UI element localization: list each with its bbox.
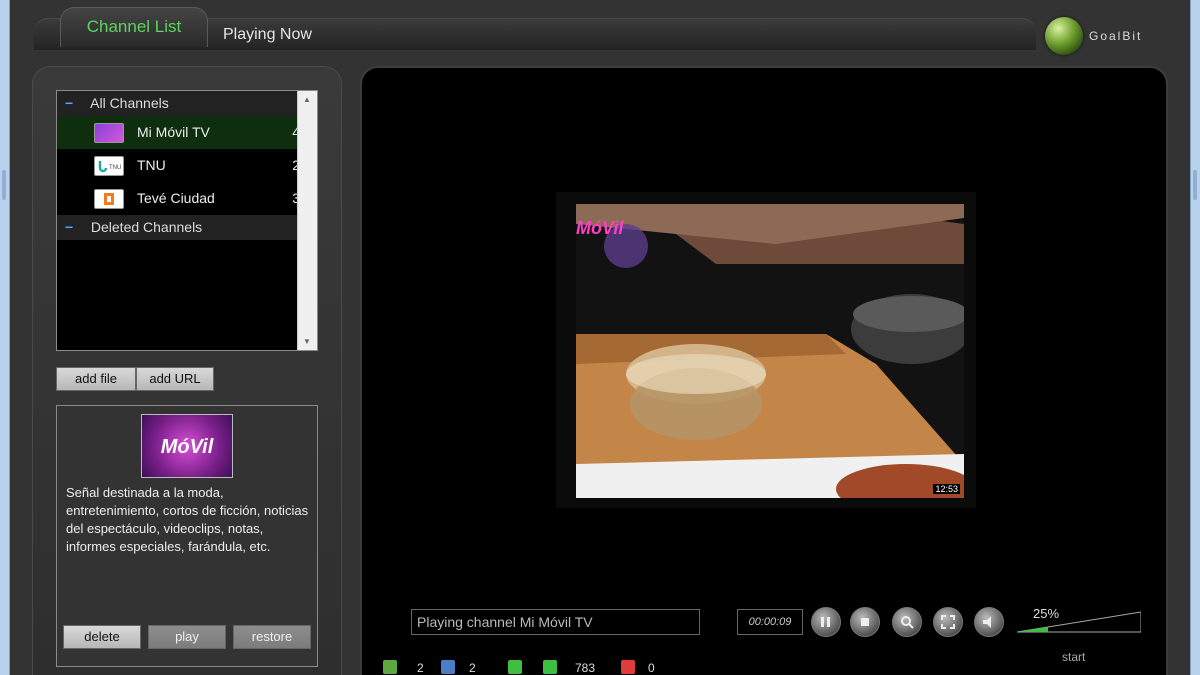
alerts-count: 0 <box>648 661 655 675</box>
channel-logo-icon: TNU <box>94 156 124 176</box>
tab-channel-list[interactable]: Channel List <box>60 7 208 47</box>
group-deleted-channels[interactable]: − Deleted Channels <box>57 215 317 240</box>
pause-button[interactable] <box>811 607 841 637</box>
scroll-up-icon[interactable]: ▲ <box>303 95 311 104</box>
add-file-button[interactable]: add file <box>56 367 136 391</box>
channel-info-box: MóVil Señal destinada a la moda, entrete… <box>56 405 318 667</box>
video-frame[interactable]: MóVil 12:53 <box>556 192 976 508</box>
alert-icon <box>621 660 635 674</box>
window-frame-left <box>0 0 10 675</box>
collapse-icon[interactable]: − <box>65 91 77 116</box>
tab-playing-now[interactable]: Playing Now <box>223 24 312 46</box>
app-window: Channel List Playing Now GoalBit − All C… <box>10 0 1190 675</box>
channel-logo-icon <box>94 189 124 209</box>
svg-text:TNU: TNU <box>109 165 121 171</box>
collapse-icon[interactable]: − <box>65 215 77 240</box>
stats-bar: 2 2 783 0 <box>383 660 683 675</box>
channel-name: TNU <box>137 157 166 173</box>
play-button[interactable]: play <box>148 625 226 649</box>
fullscreen-button[interactable] <box>933 607 963 637</box>
video-image: MóVil 12:53 <box>576 204 964 498</box>
volume-button[interactable] <box>974 607 1004 637</box>
stop-icon <box>861 618 869 626</box>
elapsed-time: 00:00:09 <box>737 609 803 635</box>
channel-panel: − All Channels Mi Móvil TV 4 TNU TNU 2 T… <box>32 66 342 675</box>
status-display: Playing channel Mi Móvil TV <box>411 609 700 635</box>
channel-row[interactable]: Mi Móvil TV 4 <box>57 116 317 149</box>
video-timestamp: 12:53 <box>933 484 960 494</box>
shares-count: 2 <box>469 661 476 675</box>
brand-logo: GoalBit <box>1045 17 1165 57</box>
peers-count: 783 <box>575 661 596 675</box>
start-label: start <box>1062 650 1086 664</box>
window-frame-right <box>1190 0 1200 675</box>
signal-bars-icon <box>508 660 522 674</box>
stop-button[interactable] <box>850 607 880 637</box>
video-logo: MóVil <box>576 218 624 238</box>
zoom-button[interactable] <box>892 607 922 637</box>
globe-icon <box>1045 17 1083 55</box>
volume-ramp <box>1017 611 1141 633</box>
channel-name: Mi Móvil TV <box>137 124 210 140</box>
channel-list: − All Channels Mi Móvil TV 4 TNU TNU 2 T… <box>56 90 318 351</box>
group-label: Deleted Channels <box>90 219 203 235</box>
zoom-icon <box>901 616 914 629</box>
channel-row[interactable]: Tevé Ciudad 3 <box>57 182 317 215</box>
likes-count: 2 <box>417 661 424 675</box>
thumbs-up-icon <box>383 660 397 674</box>
scroll-down-icon[interactable]: ▼ <box>303 337 311 346</box>
delete-button[interactable]: delete <box>63 625 141 649</box>
group-all-channels[interactable]: − All Channels <box>57 91 317 116</box>
add-url-button[interactable]: add URL <box>136 367 214 391</box>
pause-icon <box>821 617 830 627</box>
channel-logo-icon <box>94 123 124 143</box>
peers-icon <box>543 660 557 674</box>
group-label: All Channels <box>90 95 169 111</box>
channel-name: Tevé Ciudad <box>137 190 215 206</box>
restore-button[interactable]: restore <box>233 625 311 649</box>
vertical-scrollbar[interactable]: ▲ ▼ <box>297 91 317 350</box>
channel-row[interactable]: TNU TNU 2 <box>57 149 317 182</box>
brand-name: GoalBit <box>1089 29 1143 43</box>
share-icon <box>441 660 455 674</box>
speaker-icon <box>983 616 991 628</box>
video-panel: MóVil 12:53 Playing channel Mi Móvil TV … <box>360 66 1168 675</box>
channel-description: Señal destinada a la moda, entretenimien… <box>66 485 309 554</box>
channel-logo: MóVil <box>141 414 233 478</box>
fullscreen-icon <box>941 615 955 629</box>
video-scene: MóVil <box>576 204 964 498</box>
volume-slider[interactable]: 25% <box>1017 606 1141 634</box>
